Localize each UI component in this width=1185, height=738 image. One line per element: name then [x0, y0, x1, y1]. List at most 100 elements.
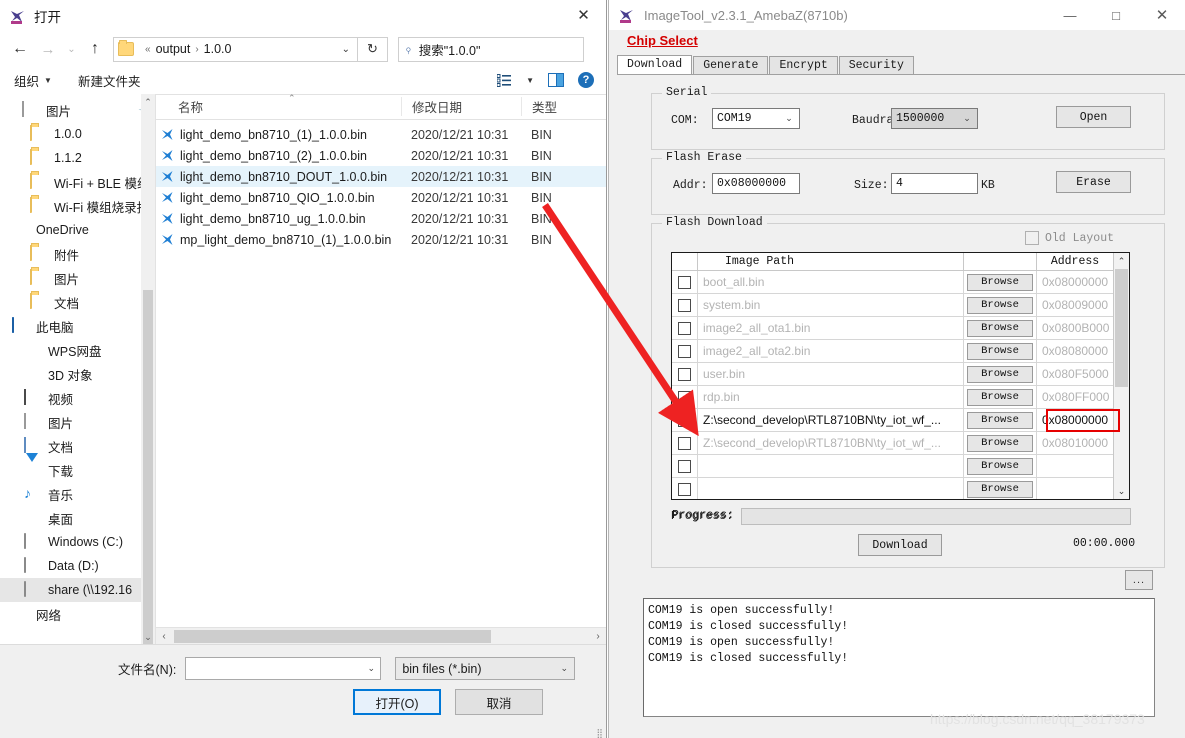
minimize-button[interactable]: — — [1047, 0, 1093, 30]
scroll-thumb[interactable] — [1115, 269, 1128, 387]
tab-download[interactable]: Download — [617, 55, 693, 74]
image-path-cell[interactable]: system.bin — [698, 294, 964, 316]
address-cell[interactable]: 0x08009000 — [1037, 294, 1113, 316]
address-cell[interactable] — [1037, 455, 1113, 477]
tree-item-19[interactable]: Data (D:) — [0, 554, 155, 578]
tree-item-8[interactable]: 文档 — [0, 290, 155, 314]
filename-input[interactable]: ⌄ — [185, 657, 382, 680]
scroll-thumb[interactable] — [143, 290, 153, 645]
tree-item-21[interactable]: 网络 — [0, 602, 155, 626]
com-select[interactable]: COM19 ⌄ — [712, 108, 800, 129]
tree-item-2[interactable]: 1.1.2 — [0, 146, 155, 170]
image-path-cell[interactable]: Z:\second_develop\RTL8710BN\ty_iot_wf_..… — [698, 432, 964, 454]
scroll-down-icon[interactable]: ⌄ — [141, 629, 155, 645]
row-checkbox[interactable] — [678, 275, 691, 289]
tree-item-13[interactable]: 图片 — [0, 410, 155, 434]
recent-locations-icon[interactable]: ⌄ — [62, 35, 81, 63]
tree-item-15[interactable]: 下载 — [0, 453, 155, 482]
tab-generate[interactable]: Generate — [693, 56, 769, 74]
browse-button[interactable]: Browse — [967, 273, 1033, 291]
view-options-icon[interactable] — [496, 73, 512, 87]
row-checkbox[interactable] — [678, 459, 691, 473]
scroll-track[interactable] — [172, 628, 590, 645]
address-cell[interactable]: 0x08000000 — [1037, 271, 1113, 293]
image-path-cell[interactable]: Z:\second_develop\RTL8710BN\ty_iot_wf_..… — [698, 409, 964, 431]
file-row[interactable]: light_demo_bn8710_(1)_1.0.0.bin 2020/12/2… — [156, 124, 606, 145]
browse-button[interactable]: Browse — [967, 342, 1033, 360]
tree-scrollbar[interactable]: ⌃ ⌄ — [141, 94, 155, 645]
row-checkbox[interactable] — [678, 390, 691, 404]
tree-item-12[interactable]: 视频 — [0, 386, 155, 410]
browse-button[interactable]: Browse — [967, 434, 1033, 452]
address-cell[interactable]: 0x080FF000 — [1037, 386, 1113, 408]
address-cell[interactable]: 0x08010000 — [1037, 432, 1113, 454]
erase-size-input[interactable]: 4 — [891, 173, 978, 194]
address-bar[interactable]: « output › 1.0.0 ⌄ — [113, 36, 358, 62]
scroll-down-icon[interactable]: ⌄ — [1114, 483, 1129, 499]
table-scrollbar[interactable]: ⌃ ⌄ — [1113, 253, 1129, 499]
table-row[interactable]: Z:\second_develop\RTL8710BN\ty_iot_wf_..… — [672, 432, 1129, 455]
file-row[interactable]: light_demo_bn8710_DOUT_1.0.0.bin 2020/12/… — [156, 166, 606, 187]
back-icon[interactable]: ← — [6, 35, 34, 63]
table-row[interactable]: Browse — [672, 455, 1129, 478]
resize-grip-icon[interactable]: ⣿ — [596, 729, 603, 738]
row-checkbox[interactable] — [678, 321, 691, 335]
refresh-button[interactable]: ↻ — [358, 36, 388, 62]
browse-button[interactable]: Browse — [967, 411, 1033, 429]
help-icon[interactable]: ? — [578, 72, 594, 88]
table-row[interactable]: rdp.bin Browse 0x080FF000 — [672, 386, 1129, 409]
image-path-cell[interactable] — [698, 455, 964, 477]
download-button[interactable]: Download — [858, 534, 942, 556]
breadcrumb-overflow[interactable]: « — [140, 44, 156, 55]
chevron-down-icon[interactable]: ⌄ — [362, 663, 380, 674]
browse-button[interactable]: Browse — [967, 296, 1033, 314]
open-port-button[interactable]: Open — [1056, 106, 1131, 128]
more-options-button[interactable]: ... — [1125, 570, 1153, 590]
row-checkbox[interactable] — [678, 482, 691, 496]
file-row[interactable]: light_demo_bn8710_QIO_1.0.0.bin 2020/12/2… — [156, 187, 606, 208]
table-row[interactable]: Browse — [672, 478, 1129, 499]
erase-button[interactable]: Erase — [1056, 171, 1131, 193]
tree-item-14[interactable]: 文档 — [0, 434, 155, 458]
tree-item-1[interactable]: 1.0.0 — [0, 122, 155, 146]
table-row[interactable]: user.bin Browse 0x080F5000 — [672, 363, 1129, 386]
file-row[interactable]: light_demo_bn8710_(2)_1.0.0.bin 2020/12/2… — [156, 145, 606, 166]
erase-addr-input[interactable]: 0x08000000 — [712, 173, 800, 194]
image-path-cell[interactable]: user.bin — [698, 363, 964, 385]
chip-select-link[interactable]: Chip Select — [627, 33, 698, 48]
file-list-horizontal-scrollbar[interactable]: ‹ › — [156, 627, 606, 645]
address-cell[interactable]: 0x0800B000 — [1037, 317, 1113, 339]
scroll-up-icon[interactable]: ⌃ — [1114, 253, 1129, 269]
image-path-cell[interactable]: image2_all_ota1.bin — [698, 317, 964, 339]
image-path-cell[interactable]: boot_all.bin — [698, 271, 964, 293]
file-row[interactable]: light_demo_bn8710_ug_1.0.0.bin 2020/12/21… — [156, 208, 606, 229]
browse-button[interactable]: Browse — [967, 365, 1033, 383]
filetype-select[interactable]: bin files (*.bin) ⌄ — [395, 657, 576, 680]
breadcrumb-current[interactable]: 1.0.0 — [204, 42, 232, 56]
browse-button[interactable]: Browse — [967, 319, 1033, 337]
dialog-close-button[interactable]: ✕ — [561, 0, 606, 30]
tree-item-9[interactable]: 此电脑 — [0, 314, 155, 338]
browse-button[interactable]: Browse — [967, 480, 1033, 498]
column-header-date[interactable]: 修改日期 — [401, 97, 521, 116]
tree-item-6[interactable]: 附件 — [0, 242, 155, 266]
breadcrumb-output[interactable]: output — [156, 42, 191, 56]
address-cell[interactable]: 0x08000000 — [1037, 409, 1113, 431]
baudrate-select[interactable]: 1500000 ⌄ — [891, 108, 978, 129]
image-path-cell[interactable] — [698, 478, 964, 499]
image-path-cell[interactable]: image2_all_ota2.bin — [698, 340, 964, 362]
scroll-right-icon[interactable]: › — [590, 631, 606, 642]
browse-button[interactable]: Browse — [967, 388, 1033, 406]
image-path-cell[interactable]: rdp.bin — [698, 386, 964, 408]
scroll-up-icon[interactable]: ⌃ — [141, 94, 155, 110]
column-header-type[interactable]: 类型 — [521, 97, 581, 116]
tree-item-17[interactable]: 桌面 — [0, 506, 155, 530]
open-button[interactable]: 打开(O) — [353, 689, 441, 715]
tree-item-10[interactable]: WPS网盘 — [0, 338, 155, 362]
table-row[interactable]: image2_all_ota1.bin Browse 0x0800B000 — [672, 317, 1129, 340]
tree-item-4[interactable]: Wi-Fi 模组烧录指 — [0, 194, 155, 218]
tree-item-11[interactable]: 3D 对象 — [0, 362, 155, 386]
row-checkbox[interactable] — [678, 298, 691, 312]
table-row[interactable]: system.bin Browse 0x08009000 — [672, 294, 1129, 317]
view-dropdown-icon[interactable]: ▼ — [526, 76, 534, 85]
